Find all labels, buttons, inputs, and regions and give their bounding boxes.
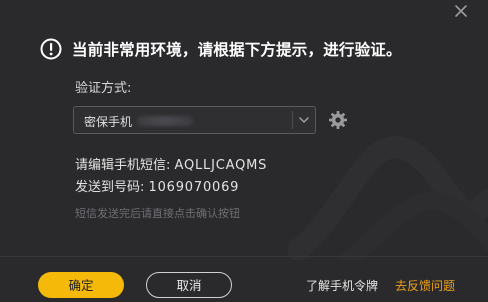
verify-method-select[interactable]: 密保手机 [73,106,316,134]
verification-dialog: 当前非常用环境，请根据下方提示，进行验证。 验证方式: 密保手机 请编辑手机短信… [0,0,488,302]
page-title: 当前非常用环境，请根据下方提示，进行验证。 [72,41,402,59]
title-row: 当前非常用环境，请根据下方提示，进行验证。 [40,38,402,60]
confirm-button[interactable]: 确定 [38,272,124,298]
cancel-button[interactable]: 取消 [146,272,232,298]
verify-method-label: 验证方式: [75,81,132,96]
send-to-line: 发送到号码: 1069070069 [75,176,239,195]
footer-divider [0,256,488,257]
select-divider [292,111,293,129]
sms-edit-label: 请编辑手机短信: [75,158,175,173]
warning-icon [40,38,62,60]
chevron-down-icon[interactable] [299,116,309,124]
hint-text: 短信发送完后请直接点击确认按钮 [75,207,240,220]
close-icon[interactable] [452,2,470,20]
send-to-label: 发送到号码: [75,180,149,195]
learn-token-link[interactable]: 了解手机令牌 [306,277,378,294]
feedback-link[interactable]: 去反馈问题 [395,277,455,294]
sms-edit-code: AQLLJCAQMS [174,158,268,173]
gear-icon[interactable] [328,110,348,130]
sms-edit-line: 请编辑手机短信: AQLLJCAQMS [75,154,267,173]
masked-phone-number [137,116,193,126]
background-wave-decoration [288,136,488,260]
verify-method-selected-value: 密保手机 [84,115,133,129]
send-to-number: 1069070069 [148,180,240,195]
